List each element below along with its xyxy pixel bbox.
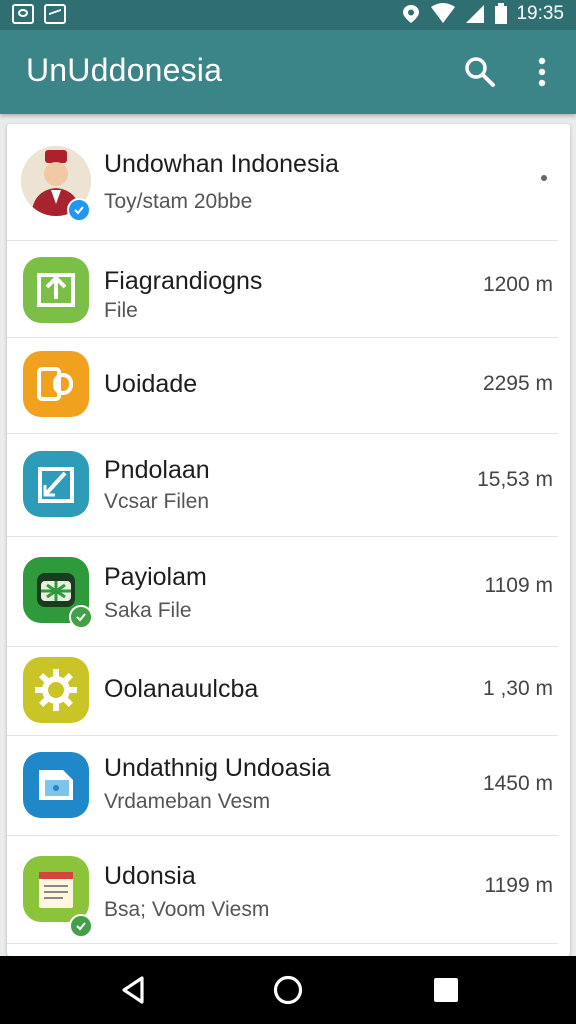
- more-options-icon[interactable]: [526, 54, 558, 90]
- item-title: Udonsia: [104, 862, 196, 890]
- check-badge-icon: [69, 605, 93, 629]
- verified-badge-icon: [67, 198, 91, 222]
- list-item[interactable]: Udonsia Bsa; Voom Viesm 1199 m: [7, 836, 570, 944]
- search-icon[interactable]: [462, 54, 498, 90]
- item-size: 1199 m: [484, 874, 554, 897]
- item-size: 1109 m: [484, 574, 554, 597]
- app-bar: UnUddonesia: [0, 30, 576, 114]
- list-item[interactable]: Oolanauulcba 1 ,30 m: [7, 647, 570, 736]
- battery-icon: [495, 3, 508, 24]
- recents-icon[interactable]: [433, 977, 459, 1003]
- status-bar: 19:35: [0, 0, 576, 30]
- item-title: Fiagrandiogns: [104, 267, 263, 295]
- gallery-notification-icon: [12, 4, 34, 24]
- document-icon: [23, 351, 89, 417]
- item-subtitle: File: [104, 299, 138, 322]
- signal-icon: [466, 5, 485, 23]
- item-subtitle: Bsa; Voom Viesm: [104, 898, 270, 921]
- list-item[interactable]: Uoidade 2295 m: [7, 338, 570, 434]
- row-overflow-dot[interactable]: [541, 175, 547, 181]
- item-subtitle: Vcsar Filen: [104, 490, 210, 513]
- item-title: Oolanauulcba: [104, 675, 259, 703]
- photo-notification-icon: [44, 4, 66, 24]
- list-item[interactable]: Payiolam Saka File 1109 m: [7, 537, 570, 647]
- gear-icon: [23, 657, 89, 723]
- file-list-card: Undowhan Indonesia Toy/stam 20bbe Fiagra…: [7, 124, 570, 956]
- upload-icon: [23, 257, 89, 323]
- notepad-icon: [23, 856, 89, 922]
- back-icon[interactable]: [118, 974, 148, 1006]
- item-title: Uoidade: [104, 370, 198, 398]
- home-icon[interactable]: [272, 974, 304, 1006]
- item-title: Pndolaan: [104, 456, 210, 484]
- check-badge-icon: [69, 914, 93, 938]
- list-item[interactable]: Undathnig Undoasia Vrdameban Vesm 1450 m: [7, 736, 570, 836]
- location-icon: [403, 5, 420, 23]
- app-title: UnUddonesia: [26, 52, 223, 88]
- item-title: Undathnig Undoasia: [104, 754, 331, 782]
- item-size: 1 ,30 m: [482, 677, 553, 700]
- profile-subtitle: Toy/stam 20bbe: [104, 190, 253, 213]
- list-item[interactable]: Fiagrandiogns File 1200 m: [7, 241, 570, 338]
- navigation-bar: [0, 956, 576, 1024]
- profile-row[interactable]: Undowhan Indonesia Toy/stam 20bbe: [7, 124, 570, 241]
- divider: [7, 943, 558, 944]
- item-title: Payiolam: [104, 563, 207, 591]
- item-size: 1450 m: [482, 772, 553, 795]
- item-subtitle: Saka File: [104, 599, 192, 622]
- item-size: 15,53 m: [477, 468, 553, 491]
- list-item[interactable]: Pndolaan Vcsar Filen 15,53 m: [7, 434, 570, 537]
- item-subtitle: Vrdameban Vesm: [104, 790, 271, 813]
- edit-icon: [23, 451, 89, 517]
- status-time: 19:35: [516, 3, 564, 24]
- file-icon: [23, 752, 89, 818]
- item-size: 1200 m: [482, 273, 553, 296]
- item-size: 2295 m: [482, 372, 553, 395]
- wifi-icon: [431, 3, 456, 23]
- profile-name: Undowhan Indonesia: [104, 150, 339, 178]
